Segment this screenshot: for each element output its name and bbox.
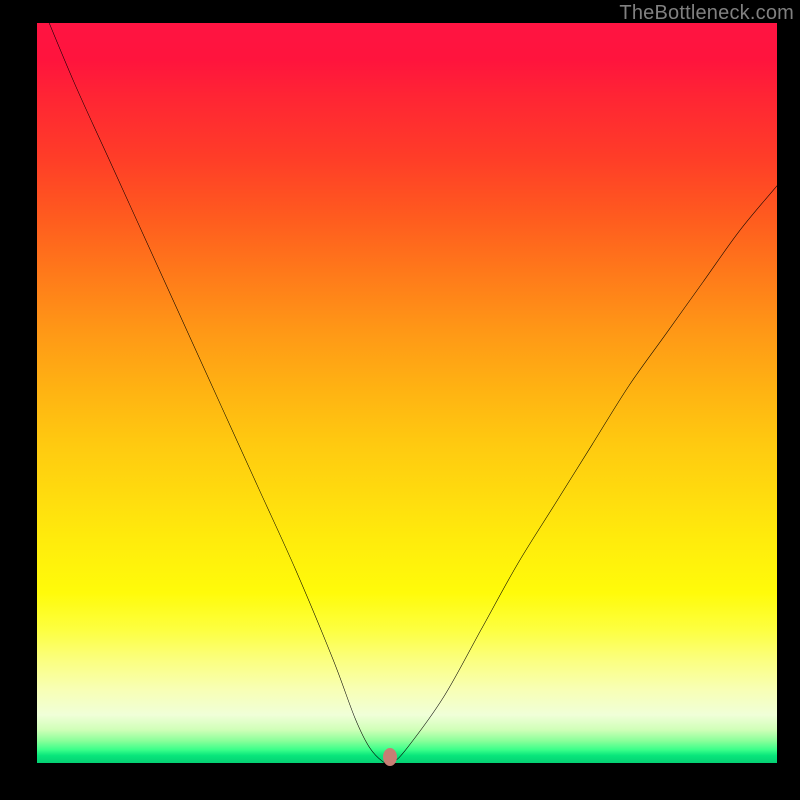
watermark-text: TheBottleneck.com [619,2,794,25]
optimal-point-marker [383,748,397,766]
plot-area [37,23,777,763]
chart-frame: TheBottleneck.com [0,0,800,800]
bottleneck-curve [37,23,777,763]
